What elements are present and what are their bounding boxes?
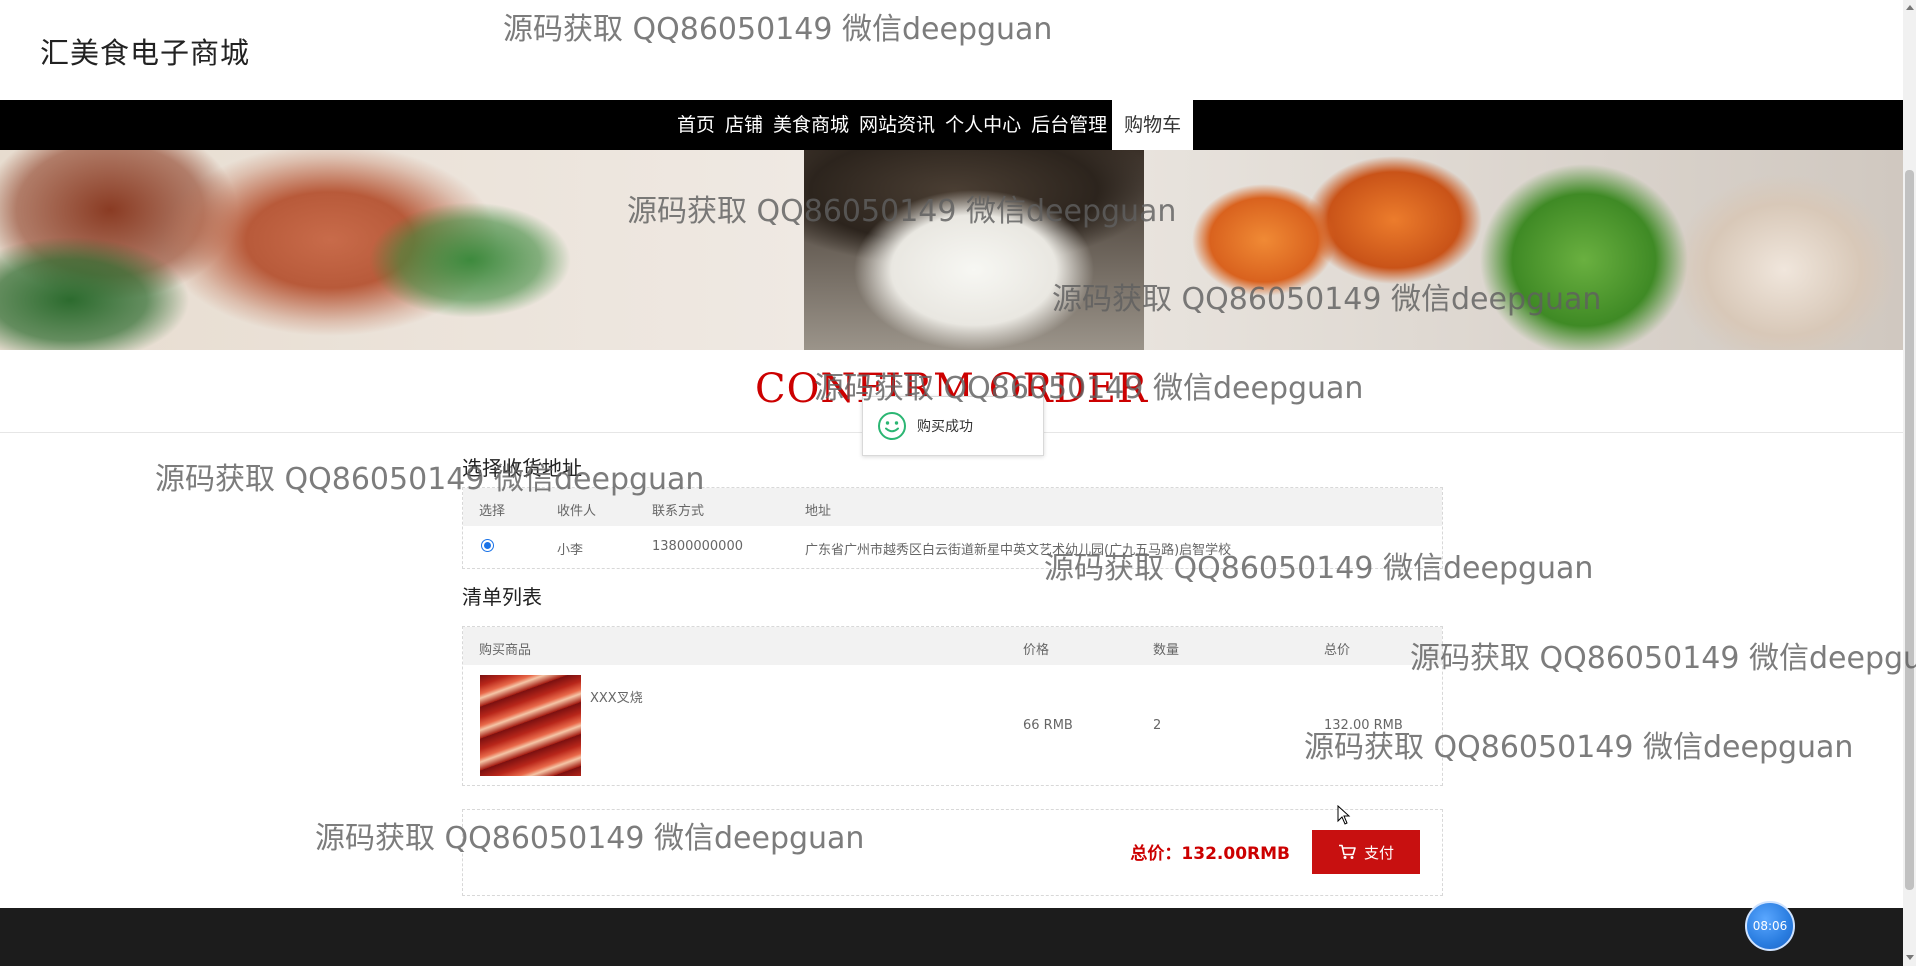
product-image[interactable] [480, 675, 581, 776]
footer [0, 908, 1903, 966]
watermark: 源码获取 QQ86050149 微信deepguan [503, 12, 1053, 47]
address-table: 选择 收件人 联系方式 地址 小李 13800000000 广东省广州市越秀区白… [462, 487, 1443, 569]
recipient-phone: 13800000000 [652, 539, 743, 554]
nav-item-news[interactable]: 网站资讯 [854, 100, 940, 150]
smile-icon [878, 412, 906, 440]
product-name[interactable]: XXX叉烧 [590, 687, 643, 706]
product-price: 66 RMB [1023, 718, 1073, 733]
success-toast: 购买成功 [862, 396, 1044, 456]
order-items-table: 购买商品 价格 数量 总价 XXX叉烧 66 RMB 2 132.00 RMB [462, 626, 1443, 786]
items-table-header: 购买商品 价格 数量 总价 [463, 627, 1442, 665]
site-title: 汇美食电子商城 [40, 36, 251, 70]
product-total: 132.00 RMB [1324, 718, 1403, 733]
scroll-down-arrow-icon[interactable] [1906, 955, 1914, 960]
main-nav: 首页 店铺 美食商城 网站资讯 个人中心 后台管理 购物车 [0, 100, 1903, 150]
floating-clock-widget[interactable]: 08:06 [1745, 901, 1795, 951]
col-total: 总价 [1324, 643, 1351, 658]
banner-food-photo-rice [804, 150, 1144, 350]
nav-item-admin[interactable]: 后台管理 [1026, 100, 1112, 150]
scroll-thumb[interactable] [1905, 170, 1914, 890]
toast-message: 购买成功 [917, 419, 973, 435]
nav-item-home[interactable]: 首页 [672, 100, 720, 150]
col-price: 价格 [1023, 643, 1050, 658]
mouse-cursor-icon [1337, 805, 1351, 825]
nav-item-food-mall[interactable]: 美食商城 [768, 100, 854, 150]
pay-button[interactable]: 支付 [1312, 830, 1420, 874]
watermark: 源码获取 QQ86050149 微信deepgua [1410, 641, 1916, 676]
scroll-up-arrow-icon[interactable] [1906, 5, 1914, 10]
nav-item-shops[interactable]: 店铺 [720, 100, 768, 150]
col-quantity: 数量 [1153, 643, 1180, 658]
page-scrollbar[interactable] [1903, 0, 1916, 966]
pay-button-label: 支付 [1363, 844, 1394, 862]
checkout-bar: 总价：132.00RMB 支付 [462, 809, 1443, 896]
nav-item-profile[interactable]: 个人中心 [940, 100, 1026, 150]
banner-food-photo-left [0, 150, 804, 350]
banner-food-photo-right [1144, 150, 1903, 350]
address-heading: 选择收货地址 [462, 456, 582, 480]
recipient-name: 小李 [557, 543, 584, 558]
col-select: 选择 [479, 504, 506, 519]
address-table-header: 选择 收件人 联系方式 地址 [463, 488, 1442, 526]
address-radio[interactable] [481, 539, 494, 552]
col-phone: 联系方式 [652, 504, 705, 519]
product-quantity: 2 [1153, 718, 1162, 733]
recipient-address: 广东省广州市越秀区白云街道新星中英文艺术幼儿园(广九五马路)启智学校 [805, 543, 1232, 558]
col-address: 地址 [805, 504, 832, 519]
banner-image [0, 150, 1903, 350]
col-product: 购买商品 [479, 643, 532, 658]
nav-item-cart[interactable]: 购物车 [1112, 100, 1194, 150]
cart-icon [1338, 844, 1356, 859]
col-recipient: 收件人 [557, 504, 597, 519]
order-total: 总价：132.00RMB [1130, 844, 1290, 864]
items-heading: 清单列表 [462, 585, 542, 609]
